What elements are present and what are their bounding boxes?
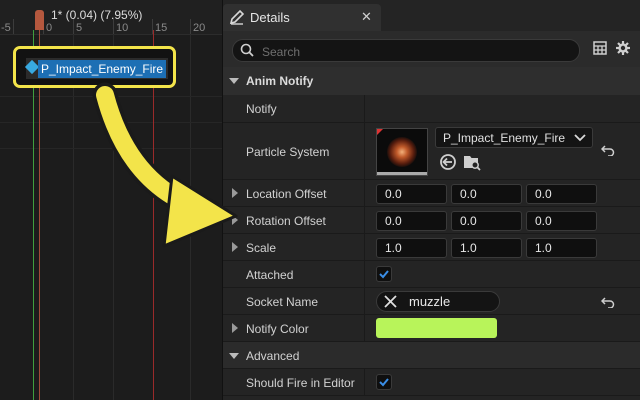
checkmark-icon	[379, 270, 389, 279]
property-label: Notify	[246, 102, 277, 116]
asset-type-corner	[377, 129, 383, 135]
close-icon[interactable]: ✕	[361, 9, 372, 25]
tick-line	[13, 19, 14, 34]
category-label: Anim Notify	[246, 74, 314, 88]
scale-x-field[interactable]	[376, 238, 447, 258]
collapse-arrow-icon[interactable]	[229, 353, 239, 359]
browse-folder-icon[interactable]	[463, 153, 481, 171]
property-label: Should Fire in Editor	[246, 376, 355, 390]
pencil-icon	[229, 9, 245, 25]
category-label: Advanced	[246, 349, 300, 363]
frame-info: 1* (0.04) (7.95%)	[51, 8, 143, 22]
rotation-x-field[interactable]	[376, 211, 447, 231]
column-divider	[364, 234, 365, 260]
property-row-scale: Scale	[223, 234, 640, 261]
property-row-notify-color: Notify Color	[223, 315, 640, 342]
tick-label: 10	[116, 22, 129, 34]
column-divider	[364, 288, 365, 314]
socket-name-value: muzzle	[409, 294, 451, 309]
column-divider	[364, 369, 365, 395]
chevron-down-icon	[574, 134, 586, 142]
reset-to-default-icon[interactable]	[601, 144, 615, 156]
grid-line	[73, 34, 74, 400]
location-x-field[interactable]	[376, 184, 447, 204]
notify-label[interactable]: P_Impact_Enemy_Fire	[38, 60, 167, 78]
column-divider	[364, 123, 365, 179]
use-selected-asset-icon[interactable]	[439, 153, 457, 171]
tab-label: Details	[250, 10, 290, 25]
property-label: Attached	[246, 268, 294, 282]
tick-line	[190, 19, 191, 34]
expand-arrow-icon[interactable]	[232, 215, 238, 225]
rotation-z-field[interactable]	[526, 211, 597, 231]
scale-y-field[interactable]	[451, 238, 522, 258]
tick-label: 0	[46, 22, 53, 34]
asset-name: P_Impact_Enemy_Fire	[443, 131, 566, 145]
search-input[interactable]	[260, 42, 564, 61]
property-label: Location Offset	[246, 187, 327, 201]
column-divider	[364, 315, 365, 341]
column-divider	[364, 95, 365, 122]
property-label: Particle System	[246, 145, 330, 159]
category-anim-notify[interactable]: Anim Notify	[223, 67, 640, 95]
reset-to-default-icon[interactable]	[601, 296, 615, 308]
property-row-notify: Notify	[223, 95, 640, 123]
location-z-field[interactable]	[526, 184, 597, 204]
tab-details[interactable]: Details ✕	[223, 4, 381, 31]
grid-line	[113, 34, 114, 400]
column-divider	[364, 207, 365, 233]
property-label: Rotation Offset	[246, 214, 326, 228]
property-row-socket-name: Socket Name muzzle	[223, 288, 640, 315]
rotation-y-field[interactable]	[451, 211, 522, 231]
tick-label: -5	[1, 22, 11, 34]
expand-arrow-icon[interactable]	[232, 188, 238, 198]
clear-icon[interactable]	[384, 295, 397, 308]
property-row-attached: Attached	[223, 261, 640, 288]
particle-preview	[387, 137, 417, 167]
checkmark-icon	[379, 378, 389, 387]
scale-z-field[interactable]	[526, 238, 597, 258]
category-advanced[interactable]: Advanced	[223, 342, 640, 369]
property-row-rotation-offset: Rotation Offset	[223, 207, 640, 234]
tick-label: 15	[155, 22, 168, 34]
timeline-panel: -5 0 5 10 15 20 1* (0.04) (7.95%) P_Impa…	[0, 0, 222, 400]
collapse-arrow-icon[interactable]	[229, 78, 239, 84]
details-panel: Details ✕ Anim Notify	[222, 0, 640, 400]
grid-line	[190, 34, 191, 400]
playhead-handle[interactable]	[35, 10, 44, 30]
property-label: Socket Name	[246, 295, 319, 309]
search-icon	[240, 43, 254, 57]
socket-name-field[interactable]: muzzle	[376, 291, 500, 312]
table-view-icon[interactable]	[593, 41, 607, 55]
asset-picker-combo[interactable]: P_Impact_Enemy_Fire	[435, 127, 593, 148]
asset-type-bar	[377, 172, 427, 175]
asset-thumbnail[interactable]	[376, 128, 428, 176]
should-fire-checkbox[interactable]	[376, 374, 392, 390]
property-row-should-fire-in-editor: Should Fire in Editor	[223, 369, 640, 396]
color-swatch[interactable]	[376, 318, 497, 338]
tick-label: 5	[76, 22, 83, 34]
expand-arrow-icon[interactable]	[232, 242, 238, 252]
attached-checkbox[interactable]	[376, 266, 392, 282]
location-y-field[interactable]	[451, 184, 522, 204]
gear-icon[interactable]	[615, 40, 631, 56]
details-toolbar	[223, 31, 640, 67]
column-divider	[364, 261, 365, 287]
column-divider	[364, 180, 365, 206]
property-label: Notify Color	[246, 322, 309, 336]
expand-arrow-icon[interactable]	[232, 323, 238, 333]
property-row-location-offset: Location Offset	[223, 180, 640, 207]
property-label: Scale	[246, 241, 277, 255]
search-box[interactable]	[232, 39, 580, 62]
tick-label: 20	[193, 22, 206, 34]
